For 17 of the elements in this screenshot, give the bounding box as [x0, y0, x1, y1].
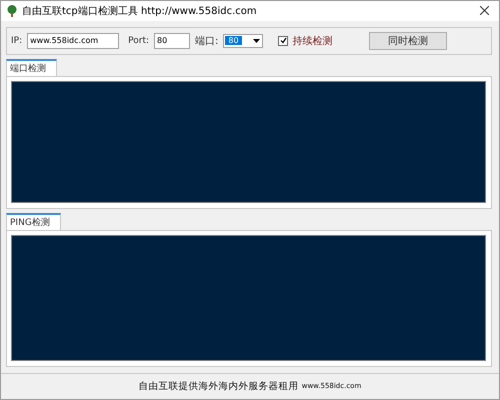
port-select-label: 端口:	[195, 34, 218, 48]
checkmark-icon	[280, 37, 287, 44]
port-label: Port:	[128, 36, 149, 46]
footer-text: 自由互联提供海外海内外服务器租用	[138, 380, 299, 393]
port-dropdown[interactable]: 80	[223, 34, 264, 48]
panel-tab[interactable]: 端口检测	[6, 58, 57, 76]
close-icon[interactable]	[480, 6, 489, 16]
caret-icon[interactable]	[253, 38, 260, 43]
tree-icon	[7, 4, 17, 17]
ip-label: IP:	[11, 36, 22, 46]
port-field[interactable]: 80	[154, 32, 190, 49]
continuous-checkbox[interactable]	[278, 36, 288, 46]
continuous-label: 持续检测	[292, 34, 332, 48]
ip-field[interactable]: www.558idc.com	[27, 32, 120, 49]
panel-tab[interactable]: PING检测	[6, 212, 61, 230]
check-button[interactable]: 同时检测	[369, 32, 447, 50]
window-title: 自由互联tcp端口检测工具 http://www.558idc.com	[22, 4, 258, 18]
